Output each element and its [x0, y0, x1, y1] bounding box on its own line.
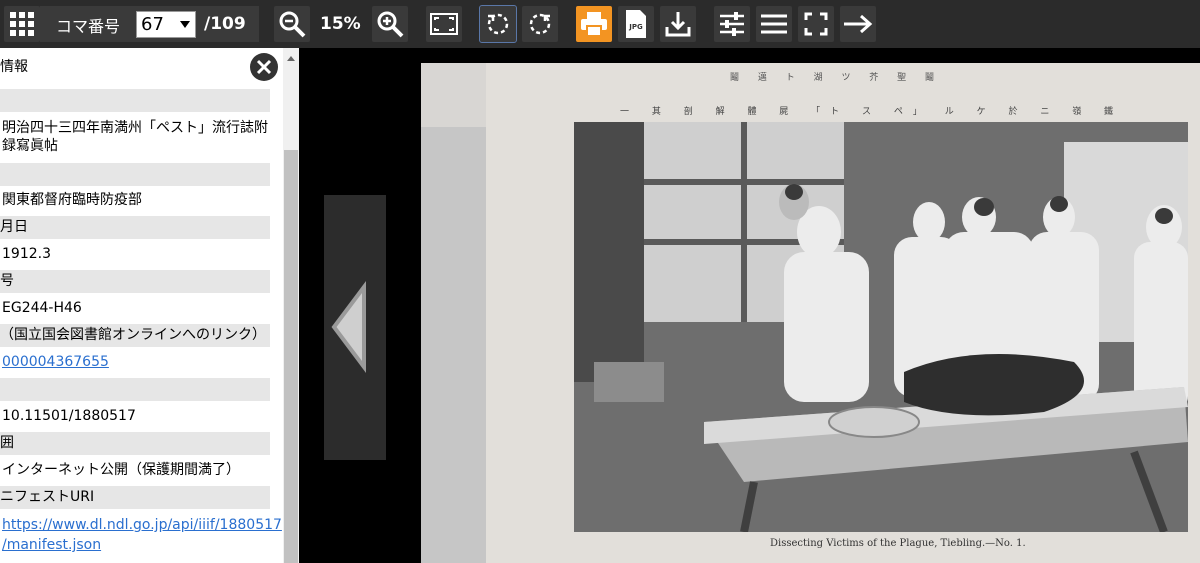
info-panel: 情報 明治四十三四年南満州「ペスト」流行誌附 録寫眞帖 関東都督府臨時防疫部 月…: [0, 48, 283, 563]
zoom-level: 15%: [320, 14, 361, 34]
chevron-down-icon: [180, 21, 190, 28]
rotate-right-icon[interactable]: [522, 6, 558, 42]
jpg-label: JPG: [628, 23, 643, 31]
manifest-link-line1[interactable]: https://www.dl.ndl.go.jp/api/iiif/188051…: [2, 517, 282, 533]
field-label-access: 囲: [0, 432, 270, 455]
field-value-date: 1912.3: [2, 246, 51, 262]
field-label-ndl-link: （国立国会図書館オンラインへのリンク）: [0, 324, 270, 347]
manifest-link-line2[interactable]: /manifest.json: [2, 537, 101, 553]
koma-total: /109: [204, 14, 246, 34]
chevron-left-icon: [331, 281, 366, 373]
fit-screen-icon[interactable]: [426, 6, 462, 42]
photo-caption: Dissecting Victims of the Plague, Tiebli…: [770, 538, 1026, 549]
close-icon[interactable]: [250, 53, 278, 81]
field-label-title: [0, 89, 270, 112]
field-value-callnumber: EG244-H46: [2, 300, 82, 316]
toolbar: コマ番号 67 /109 15% JPG: [0, 0, 1200, 48]
koma-value: 67: [141, 14, 164, 35]
field-value-title-line2: 録寫眞帖: [2, 138, 58, 154]
field-label-date: 月日: [0, 216, 270, 239]
photograph: [574, 122, 1188, 532]
field-value-manifest-2: /manifest.json: [2, 534, 270, 556]
zoom-out-icon[interactable]: [274, 6, 310, 42]
menu-icon[interactable]: [756, 6, 792, 42]
print-icon[interactable]: [576, 6, 612, 42]
field-value-author: 関東都督府臨時防疫部: [2, 192, 142, 208]
field-value-manifest: https://www.dl.ndl.go.jp/api/iiif/188051…: [2, 514, 282, 536]
arrow-right-icon[interactable]: [840, 6, 876, 42]
download-icon[interactable]: [660, 6, 696, 42]
rotate-left-icon[interactable]: [479, 5, 517, 43]
scroll-up-icon[interactable]: [287, 56, 295, 61]
field-label-manifest: ニフェストURI: [0, 486, 270, 509]
field-value-ndl-link: 000004367655: [2, 351, 270, 373]
panel-title: 情報: [0, 59, 28, 75]
ndl-online-link[interactable]: 000004367655: [2, 354, 109, 370]
scrollbar-thumb[interactable]: [284, 150, 298, 563]
field-value-doi: 10.11501/1880517: [2, 408, 136, 424]
page-header-title: 一 其 剖 解 體 屍 「ト ス ペ」 ル ケ 於 ニ 嶺 鐵: [620, 107, 1124, 117]
field-value-access: インターネット公開（保護期間満了）: [2, 462, 240, 478]
zoom-in-icon[interactable]: [372, 6, 408, 42]
jpg-icon[interactable]: JPG: [618, 6, 654, 42]
koma-select[interactable]: 67: [136, 11, 196, 38]
field-label-doi: [0, 378, 270, 401]
koma-label: コマ番号: [56, 17, 121, 36]
grid-icon[interactable]: [4, 6, 40, 42]
previous-page-button[interactable]: [324, 195, 386, 460]
page-left-edge: [421, 127, 486, 563]
field-label-author: [0, 163, 270, 186]
field-label-callnumber: 号: [0, 270, 270, 293]
page-header-top: 鬮 邁 ト 湖 ツ 芥 聖 鬮: [730, 73, 943, 83]
settings-sliders-icon[interactable]: [714, 6, 750, 42]
fullscreen-icon[interactable]: [798, 6, 834, 42]
